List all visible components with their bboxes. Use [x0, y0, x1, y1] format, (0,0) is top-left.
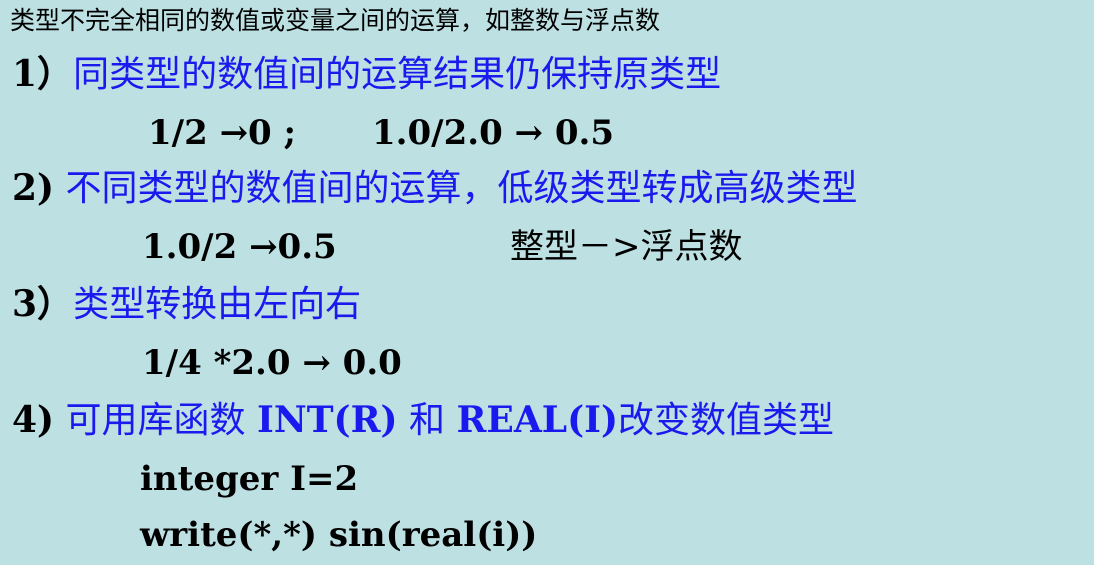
- rule-4-text-post: 改变数值类型: [617, 400, 834, 441]
- rule-3-heading: 3）类型转换由左向右: [12, 286, 361, 323]
- rule-2-example-a: 1.0/2 →0.5: [142, 227, 337, 267]
- rule-1-number: 1）: [12, 53, 74, 95]
- rule-3-number: 3）: [12, 283, 74, 325]
- rule-1-example-b: 1.0/2.0 → 0.5: [372, 113, 615, 153]
- rule-4-fn-real: REAL(I): [456, 399, 618, 441]
- rule-4-heading: 4) 可用库函数 INT(R) 和 REAL(I)改变数值类型: [12, 402, 834, 439]
- rule-4-code-line-1: integer I=2: [140, 459, 359, 499]
- rule-2-heading: 2) 不同类型的数值间的运算，低级类型转成高级类型: [12, 170, 858, 207]
- rule-3-example-a: 1/4 *2.0 → 0.0: [142, 343, 402, 383]
- intro-line: 类型不完全相同的数值或变量之间的运算，如整数与浮点数: [10, 6, 661, 35]
- rule-3-text: 类型转换由左向右: [73, 284, 362, 325]
- rule-4-text-mid: 和: [409, 400, 446, 441]
- rule-1-heading: 1）同类型的数值间的运算结果仍保持原类型: [12, 56, 721, 93]
- rule-4-fn-int: INT(R): [257, 399, 398, 441]
- rule-1-text: 同类型的数值间的运算结果仍保持原类型: [73, 54, 722, 95]
- rule-4-code-line-2: write(*,*) sin(real(i)): [140, 515, 538, 555]
- rule-2-note: 整型－>浮点数: [510, 227, 743, 267]
- rule-2-examples: 1.0/2 →0.5 整型－>浮点数: [0, 230, 1094, 270]
- rule-2-text: 不同类型的数值间的运算，低级类型转成高级类型: [65, 168, 858, 209]
- rule-4-text-pre: 可用库函数: [65, 400, 246, 441]
- rule-1-example-a: 1/2 →0 ;: [148, 113, 297, 153]
- rule-2-number: 2): [12, 167, 55, 209]
- rule-4-number: 4): [12, 399, 55, 441]
